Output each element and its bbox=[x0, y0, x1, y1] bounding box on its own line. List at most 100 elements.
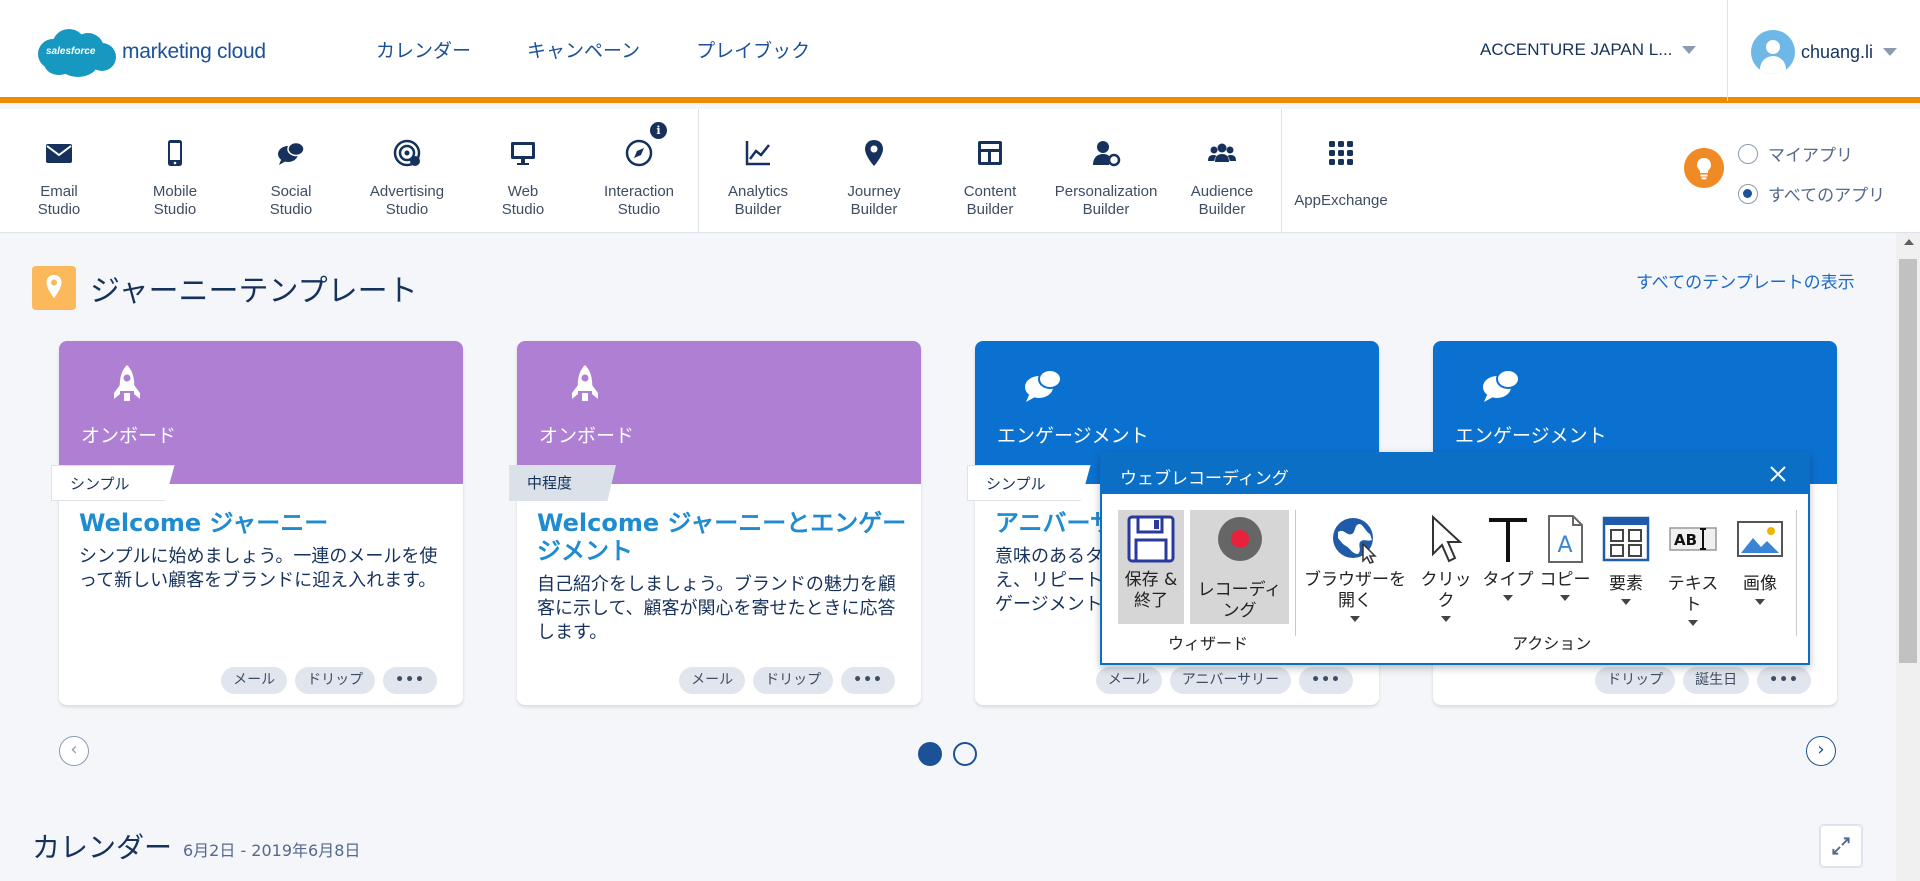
radio-my-apps[interactable]: マイアプリ bbox=[1738, 141, 1853, 166]
card-tags: ドリップ 誕生日 ••• bbox=[1595, 667, 1811, 694]
app-social-studio[interactable]: Social Studio bbox=[233, 109, 349, 233]
app-content-builder[interactable]: Content Builder bbox=[932, 109, 1048, 233]
open-browser-button[interactable]: ブラウザーを開く bbox=[1300, 514, 1410, 624]
app-web-studio[interactable]: Web Studio bbox=[465, 109, 581, 233]
info-badge-icon[interactable]: i bbox=[650, 122, 667, 139]
element-grid-icon bbox=[1602, 516, 1650, 562]
lightbulb-icon[interactable] bbox=[1684, 148, 1724, 188]
action-label: ブラウザーを開く bbox=[1304, 570, 1406, 611]
page-scrollbar[interactable] bbox=[1896, 233, 1920, 881]
template-card[interactable]: オンボード シンプル Welcome ジャーニー シンプルに始めましょう。一連の… bbox=[51, 341, 463, 705]
svg-text:A: A bbox=[1557, 533, 1572, 558]
close-icon[interactable] bbox=[1766, 462, 1790, 486]
app-switcher-bar: Email Studio Mobile Studio Social Studio… bbox=[0, 109, 1920, 233]
monitor-icon bbox=[511, 142, 535, 165]
radio-button[interactable] bbox=[1738, 143, 1758, 164]
top-navigation: カレンダー キャンペーン プレイブック bbox=[376, 36, 866, 63]
tag-pill: ドリップ bbox=[295, 667, 376, 694]
radio-label: すべてのアプリ bbox=[1768, 186, 1886, 206]
view-all-templates-link[interactable]: すべてのテンプレートの表示 bbox=[1636, 268, 1855, 293]
wizard-group-label: ウィザード bbox=[1168, 634, 1249, 653]
user-menu[interactable]: chuang.li bbox=[1751, 30, 1898, 74]
nav-calendar[interactable]: カレンダー bbox=[376, 36, 471, 63]
carousel-next-button[interactable]: › bbox=[1806, 736, 1836, 766]
floppy-disk-icon bbox=[1127, 515, 1175, 563]
document-copy-icon: A bbox=[1548, 515, 1583, 563]
radio-button-selected[interactable] bbox=[1738, 183, 1758, 204]
element-action-button[interactable]: 要素 bbox=[1598, 514, 1654, 624]
complexity-ribbon: 中程度 bbox=[509, 465, 617, 501]
image-action-button[interactable]: 画像 bbox=[1732, 514, 1788, 624]
click-action-button[interactable]: クリック bbox=[1416, 514, 1476, 624]
record-label: レコーディング bbox=[1197, 580, 1282, 621]
radio-label: マイアプリ bbox=[1768, 146, 1853, 166]
type-action-button[interactable]: タイプ bbox=[1482, 514, 1534, 624]
action-label: テキスト bbox=[1667, 574, 1719, 615]
app-mobile-studio[interactable]: Mobile Studio bbox=[117, 109, 233, 233]
dialog-header: ウェブレコーディング bbox=[1102, 454, 1808, 494]
app-personalization-builder[interactable]: Personalization Builder bbox=[1048, 109, 1164, 233]
app-label: Content Builder bbox=[963, 183, 1017, 218]
app-group-divider bbox=[698, 109, 699, 233]
web-recording-dialog: ウェブレコーディング 保存 & 終了 レコーディング ウィザード ブラウザーを開… bbox=[1100, 452, 1810, 665]
target-icon bbox=[393, 139, 421, 167]
radio-all-apps[interactable]: すべてのアプリ bbox=[1738, 181, 1885, 206]
chevron-down-icon bbox=[1560, 595, 1570, 601]
app-label: Mobile Studio bbox=[152, 183, 198, 218]
chevron-down-icon bbox=[1441, 616, 1451, 622]
complexity-ribbon: シンプル bbox=[967, 465, 1091, 501]
expand-icon[interactable] bbox=[1819, 824, 1863, 868]
chevron-down-icon bbox=[1688, 620, 1698, 626]
action-label: 画像 bbox=[1743, 574, 1777, 594]
app-label: AppExchange bbox=[1294, 192, 1388, 209]
image-icon bbox=[1737, 521, 1783, 557]
recording-button[interactable]: レコーディング bbox=[1190, 510, 1289, 624]
nav-campaign[interactable]: キャンペーン bbox=[527, 36, 640, 63]
save-and-exit-button[interactable]: 保存 & 終了 bbox=[1118, 510, 1184, 624]
app-email-studio[interactable]: Email Studio bbox=[1, 109, 117, 233]
org-switcher[interactable]: ACCENTURE JAPAN L... bbox=[1480, 40, 1697, 60]
action-label: タイプ bbox=[1482, 570, 1534, 590]
chat-bubbles-icon bbox=[278, 141, 305, 165]
more-tags-button[interactable]: ••• bbox=[1299, 667, 1353, 694]
more-tags-button[interactable]: ••• bbox=[1757, 667, 1811, 694]
more-tags-button[interactable]: ••• bbox=[383, 667, 437, 694]
app-label: Advertising Studio bbox=[369, 183, 445, 218]
action-label: 要素 bbox=[1609, 574, 1643, 594]
app-appexchange[interactable]: AppExchange bbox=[1283, 109, 1399, 233]
app-interaction-studio[interactable]: Interaction Studio bbox=[581, 109, 697, 233]
card-category: エンゲージメント bbox=[997, 425, 1149, 447]
tag-pill: ドリップ bbox=[1595, 667, 1676, 694]
salesforce-logo[interactable]: salesforce marketing cloud bbox=[38, 24, 266, 80]
carousel-prev-button[interactable]: ‹ bbox=[59, 736, 89, 766]
app-journey-builder[interactable]: Journey Builder bbox=[816, 109, 932, 233]
app-label: Web Studio bbox=[501, 183, 545, 218]
card-description: 自己紹介をしましょう。ブランドの魅力を顧客に示して、顧客が関心を寄せたときに応答… bbox=[537, 574, 896, 643]
copy-action-button[interactable]: A コピー bbox=[1538, 514, 1592, 624]
calendar-title: カレンダー bbox=[32, 831, 173, 864]
carousel-page-dot-active[interactable] bbox=[918, 742, 942, 766]
app-audience-builder[interactable]: Audience Builder bbox=[1164, 109, 1280, 233]
text-action-button[interactable]: AB テキスト bbox=[1660, 514, 1726, 626]
template-card[interactable]: オンボード 中程度 Welcome ジャーニーとエンゲージメント 自己紹介をしま… bbox=[509, 341, 921, 705]
app-group-divider bbox=[1281, 109, 1282, 233]
scrollbar-thumb[interactable] bbox=[1899, 259, 1917, 663]
logo-badge-text: salesforce bbox=[46, 46, 96, 57]
compass-icon bbox=[625, 139, 653, 167]
app-advertising-studio[interactable]: Advertising Studio bbox=[349, 109, 465, 233]
tag-pill: メール bbox=[679, 667, 746, 694]
more-tags-button[interactable]: ••• bbox=[841, 667, 895, 694]
carousel-page-dot[interactable] bbox=[953, 742, 977, 766]
rocket-icon bbox=[572, 365, 598, 401]
tag-pill: アニバーサリー bbox=[1169, 667, 1292, 694]
grid-icon bbox=[1329, 141, 1353, 165]
chevron-down-icon bbox=[1682, 46, 1697, 54]
card-title[interactable]: Welcome ジャーニーとエンゲージメント bbox=[537, 509, 907, 565]
action-label: コピー bbox=[1539, 570, 1591, 590]
app-label: Journey Builder bbox=[847, 183, 901, 218]
nav-playbook[interactable]: プレイブック bbox=[696, 36, 810, 63]
text-type-icon bbox=[1489, 518, 1527, 562]
app-analytics-builder[interactable]: Analytics Builder bbox=[700, 109, 816, 233]
scroll-up-arrow-icon[interactable] bbox=[1904, 239, 1914, 245]
card-title[interactable]: Welcome ジャーニー bbox=[79, 509, 449, 537]
